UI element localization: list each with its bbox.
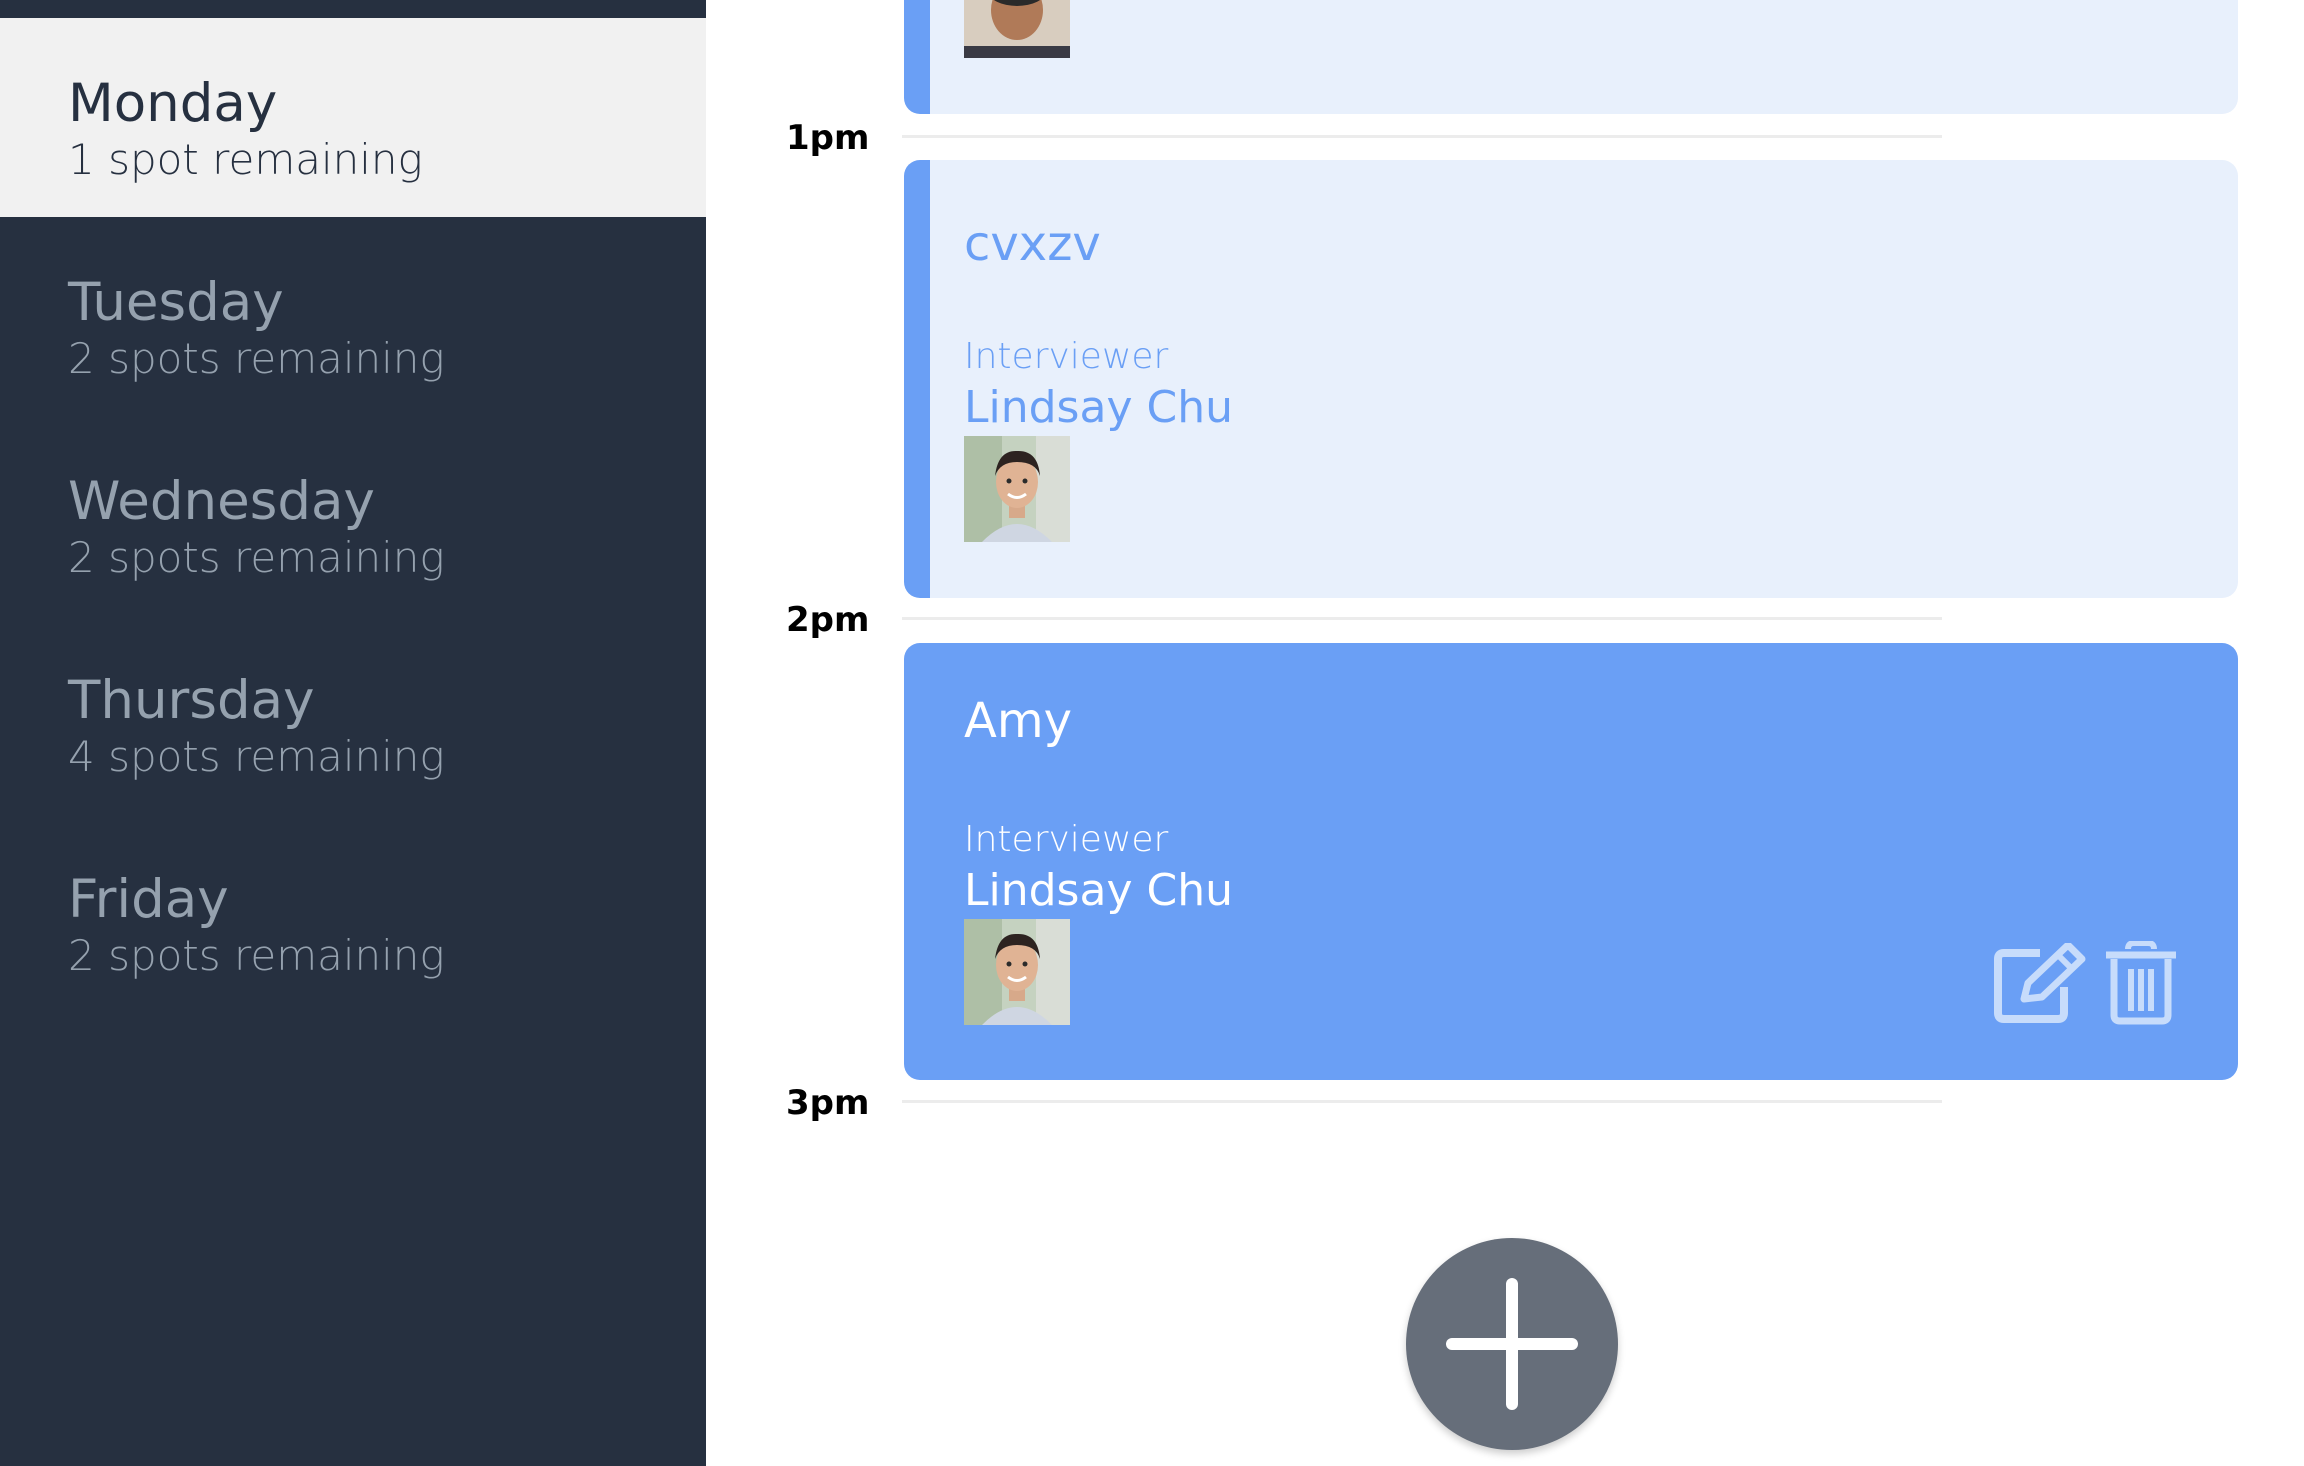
appointment-title: Amy bbox=[964, 693, 1072, 749]
day-item-monday[interactable]: Monday 1 spot remaining bbox=[0, 18, 706, 217]
day-item-friday[interactable]: Friday 2 spots remaining bbox=[0, 814, 706, 1013]
time-label-3pm: 3pm bbox=[786, 1083, 870, 1123]
hour-divider bbox=[902, 617, 1942, 620]
schedule-panel: 1pm cvxzv Interviewer Lindsay Chu 2pm Am… bbox=[706, 0, 2304, 1466]
hour-divider bbox=[902, 135, 1942, 138]
trash-icon[interactable] bbox=[2104, 940, 2178, 1025]
day-spots-remaining: 1 spot remaining bbox=[68, 135, 423, 184]
app-root: Monday 1 spot remaining Tuesday 2 spots … bbox=[0, 0, 2304, 1466]
day-item-tuesday[interactable]: Tuesday 2 spots remaining bbox=[0, 217, 706, 416]
appointment-title: cvxzv bbox=[964, 216, 1101, 272]
edit-icon[interactable] bbox=[1994, 941, 2086, 1023]
avatar-photo-icon bbox=[964, 919, 1070, 1025]
day-item-wednesday[interactable]: Wednesday 2 spots remaining bbox=[0, 416, 706, 615]
day-item-thursday[interactable]: Thursday 4 spots remaining bbox=[0, 615, 706, 814]
day-name: Friday bbox=[68, 869, 229, 930]
appointment-card-selected[interactable]: Amy Interviewer Lindsay Chu bbox=[904, 643, 2238, 1080]
interviewer-avatar bbox=[964, 919, 1070, 1025]
interviewer-label: Interviewer bbox=[964, 819, 1169, 860]
appointment-card[interactable] bbox=[904, 0, 2238, 114]
interviewer-name: Lindsay Chu bbox=[964, 382, 1233, 433]
sidebar-top-edge bbox=[0, 0, 706, 18]
day-name: Monday bbox=[68, 73, 278, 134]
day-spots-remaining: 2 spots remaining bbox=[68, 533, 445, 582]
hour-divider bbox=[902, 1100, 1942, 1103]
day-spots-remaining: 2 spots remaining bbox=[68, 334, 445, 383]
day-spots-remaining: 4 spots remaining bbox=[68, 732, 445, 781]
avatar-photo-icon bbox=[964, 0, 1070, 58]
day-name: Thursday bbox=[68, 670, 315, 731]
time-label-1pm: 1pm bbox=[786, 118, 870, 158]
day-list-sidebar: Monday 1 spot remaining Tuesday 2 spots … bbox=[0, 0, 706, 1466]
day-spots-remaining: 2 spots remaining bbox=[68, 931, 445, 980]
interviewer-label: Interviewer bbox=[964, 336, 1169, 377]
plus-icon bbox=[1446, 1278, 1578, 1410]
interviewer-avatar bbox=[964, 0, 1070, 58]
time-label-2pm: 2pm bbox=[786, 600, 870, 640]
day-name: Tuesday bbox=[68, 272, 284, 333]
appointment-card[interactable]: cvxzv Interviewer Lindsay Chu bbox=[904, 160, 2238, 598]
interviewer-avatar bbox=[964, 436, 1070, 542]
avatar-photo-icon bbox=[964, 436, 1070, 542]
day-name: Wednesday bbox=[68, 471, 375, 532]
interviewer-name: Lindsay Chu bbox=[964, 865, 1233, 916]
add-appointment-button[interactable] bbox=[1406, 1238, 1618, 1450]
